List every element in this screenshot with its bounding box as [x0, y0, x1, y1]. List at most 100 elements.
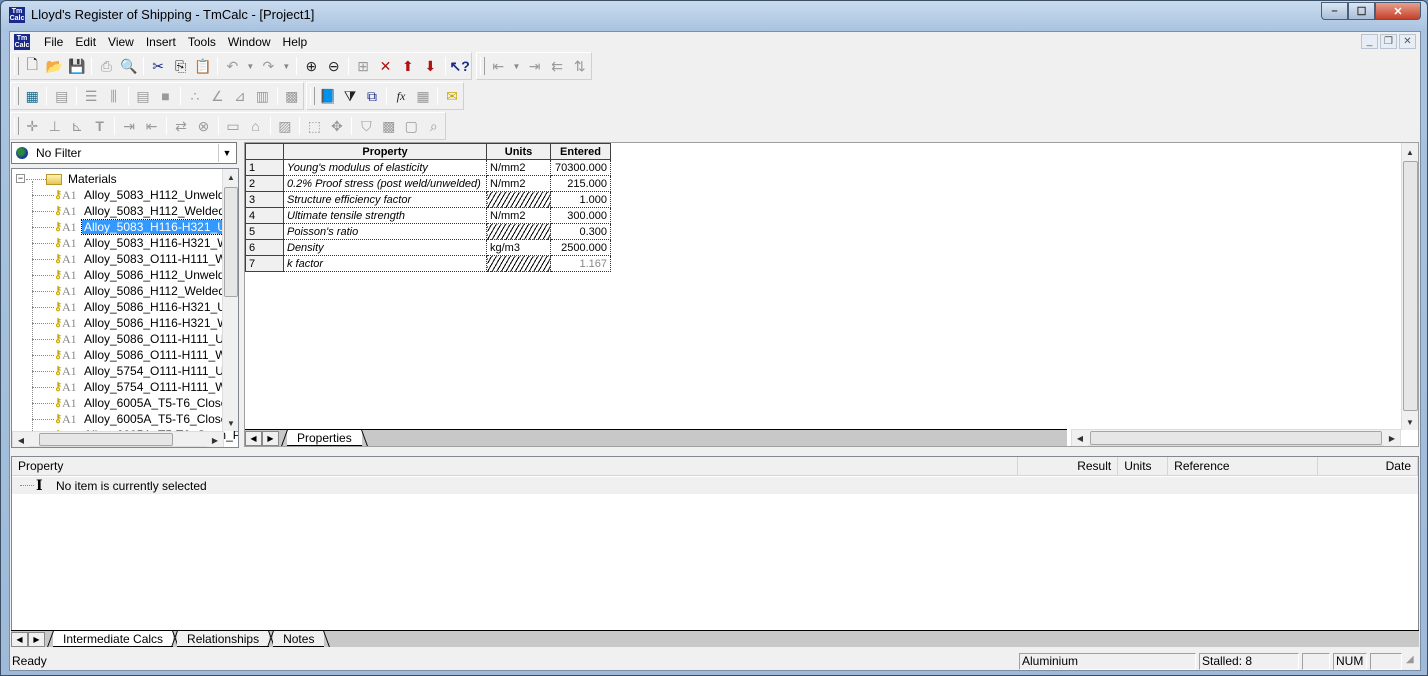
grid-legend-icon[interactable]: ▩	[281, 85, 303, 107]
tree-item[interactable]: ⚷ A1 Alloy_5754_O111-H111_Unw	[20, 363, 238, 379]
mdi-minimize-button[interactable]: _	[1361, 34, 1378, 49]
tab-notes[interactable]: Notes	[273, 631, 325, 647]
form-icon[interactable]: ▦	[412, 85, 434, 107]
units-cell[interactable]: kg/m3	[486, 239, 551, 256]
tree-item[interactable]: ⚷ A1 Alloy_6005A_T5-T6_Closed_I	[20, 395, 238, 411]
beam-icon[interactable]: ⊥	[43, 115, 65, 137]
header-property[interactable]: Property	[283, 143, 487, 160]
shield-icon[interactable]: ⛉	[355, 115, 377, 137]
scroll-right-icon[interactable]: ▶	[1384, 430, 1400, 446]
tree-item[interactable]: ⚷ A1 Alloy_5086_O111-H111_Weld	[20, 347, 238, 363]
mdi-restore-button[interactable]: ❐	[1380, 34, 1397, 49]
menu-view[interactable]: View	[102, 35, 140, 49]
frame-icon[interactable]: ▢	[400, 115, 422, 137]
tree-item[interactable]: ⚷ A1 Alloy_5086_O111-H111_Unw	[20, 331, 238, 347]
tree-item[interactable]: ⚷ A1 Alloy_5083_H116-H321_Weld	[20, 235, 238, 251]
scroll-down-icon[interactable]: ▼	[1402, 414, 1418, 430]
document-icon[interactable]: Tm Calc	[14, 34, 30, 50]
property-name-cell[interactable]: Structure efficiency factor	[283, 191, 487, 208]
context-help-icon[interactable]: ↖?	[449, 55, 471, 77]
row-number[interactable]: 7	[245, 255, 284, 272]
header-units[interactable]: Units	[486, 143, 551, 160]
scatter-icon[interactable]: ∴	[184, 85, 206, 107]
minimize-button[interactable]: –	[1321, 2, 1348, 20]
move-icon[interactable]: ✥	[326, 115, 348, 137]
block-icon[interactable]: ■	[154, 85, 176, 107]
grid-hatch-icon[interactable]: ▩	[378, 115, 400, 137]
swap-icon[interactable]: ⇄	[170, 115, 192, 137]
collapse-dropdown-icon[interactable]: ▼	[510, 55, 524, 77]
resize-grip-icon[interactable]: ◢	[1406, 654, 1420, 668]
collapse-icon[interactable]: −	[16, 174, 25, 183]
tree-item[interactable]: ⚷ A1 Alloy_5086_H112_Welded	[20, 283, 227, 299]
entered-value-cell[interactable]: 215.000	[550, 175, 611, 192]
units-cell[interactable]	[486, 191, 551, 208]
units-cell[interactable]: N/mm2	[486, 175, 551, 192]
property-name-cell[interactable]: 0.2% Proof stress (post weld/unwelded)	[283, 175, 487, 192]
menu-edit[interactable]: Edit	[69, 35, 102, 49]
tab-properties[interactable]: Properties	[287, 430, 362, 446]
tree-item[interactable]: ⚷ A1 Alloy_5086_H116-H321_Weld	[20, 315, 238, 331]
panel-icon[interactable]: ▭	[222, 115, 244, 137]
sort-vertical-icon[interactable]: ⇅	[568, 55, 591, 77]
row-number[interactable]: 2	[245, 175, 284, 192]
link-icon[interactable]: ⊗	[192, 115, 214, 137]
move-down-node-icon[interactable]: ⧩	[339, 85, 361, 107]
hatch-icon[interactable]: ▨	[274, 115, 296, 137]
print-preview-icon[interactable]: 🔍	[118, 55, 140, 77]
function-icon[interactable]: fx	[390, 85, 412, 107]
tab-scroll-left-icon[interactable]: ◀	[245, 431, 262, 446]
book-icon[interactable]: 📘	[317, 85, 339, 107]
paste-icon[interactable]: 📋	[192, 55, 214, 77]
header-entered[interactable]: Entered	[550, 143, 611, 160]
col-reference[interactable]: Reference	[1168, 457, 1319, 475]
scroll-up-icon[interactable]: ▲	[1402, 144, 1418, 160]
menu-window[interactable]: Window	[222, 35, 277, 49]
chart-icon[interactable]: ▦	[21, 85, 43, 107]
tab-scroll-left-icon[interactable]: ◀	[11, 632, 28, 647]
property-name-cell[interactable]: Poisson's ratio	[283, 223, 487, 240]
point-icon[interactable]: ✛	[21, 115, 43, 137]
move-down-icon[interactable]: ⬇	[419, 55, 441, 77]
menu-insert[interactable]: Insert	[140, 35, 182, 49]
calc-row[interactable]: I No item is currently selected	[12, 477, 1418, 494]
entered-value-cell[interactable]: 300.000	[550, 207, 611, 224]
list-icon[interactable]: ▤	[132, 85, 154, 107]
units-cell[interactable]	[486, 255, 551, 272]
dimension-icon[interactable]: ⬚	[303, 115, 325, 137]
delete-icon[interactable]: ✕	[374, 55, 396, 77]
property-row[interactable]: 5 Poisson's ratio 0.300	[245, 223, 611, 240]
col-units[interactable]: Units	[1118, 457, 1169, 475]
mdi-close-button[interactable]: ✕	[1399, 34, 1416, 49]
menu-tools[interactable]: Tools	[182, 35, 222, 49]
menu-file[interactable]: File	[38, 35, 69, 49]
tree-item[interactable]: ⚷ A1 Alloy_6005A_T5-T6_Closed_I	[20, 411, 238, 427]
row-number[interactable]: 3	[245, 191, 284, 208]
units-cell[interactable]: N/mm2	[486, 207, 551, 224]
scroll-left-icon[interactable]: ◀	[1072, 430, 1088, 446]
row-number[interactable]: 1	[245, 159, 284, 176]
scroll-left-icon[interactable]: ◀	[13, 432, 29, 447]
text-icon[interactable]: T	[88, 115, 110, 137]
tab-scroll-right-icon[interactable]: ▶	[28, 632, 45, 647]
property-name-cell[interactable]: k factor	[283, 255, 487, 272]
grid-hscroll-thumb[interactable]	[1090, 431, 1382, 445]
tree-item[interactable]: ⚷ A1 Alloy_5083_H116-H321_Unw	[20, 219, 238, 235]
search-node-icon[interactable]: ⌕	[423, 115, 445, 137]
insert-left-icon[interactable]: ⇥	[118, 115, 140, 137]
row-number[interactable]: 4	[245, 207, 284, 224]
entered-value-cell[interactable]: 0.300	[550, 223, 611, 240]
bar-chart-icon[interactable]: ▥	[251, 85, 273, 107]
tree-item[interactable]: ⚷ A1 Alloy_5086_H112_Unwelded	[20, 267, 238, 283]
grid-vertical-scrollbar[interactable]: ▲ ▼	[1401, 143, 1418, 430]
line-chart-icon[interactable]: ∠	[206, 85, 228, 107]
property-row[interactable]: 1 Young's modulus of elasticity N/mm2 70300…	[245, 159, 611, 176]
mail-icon[interactable]: ✉	[441, 85, 463, 107]
scroll-right-icon[interactable]: ▶	[207, 432, 223, 447]
save-icon[interactable]: 💾	[66, 55, 88, 77]
tab-intermediate-calcs[interactable]: Intermediate Calcs	[53, 631, 174, 647]
property-row[interactable]: 2 0.2% Proof stress (post weld/unwelded) N…	[245, 175, 611, 192]
tree-item[interactable]: ⚷ A1 Alloy_5083_H112_Unwelded	[20, 187, 238, 203]
corner-header[interactable]	[245, 143, 284, 160]
units-cell[interactable]	[486, 223, 551, 240]
